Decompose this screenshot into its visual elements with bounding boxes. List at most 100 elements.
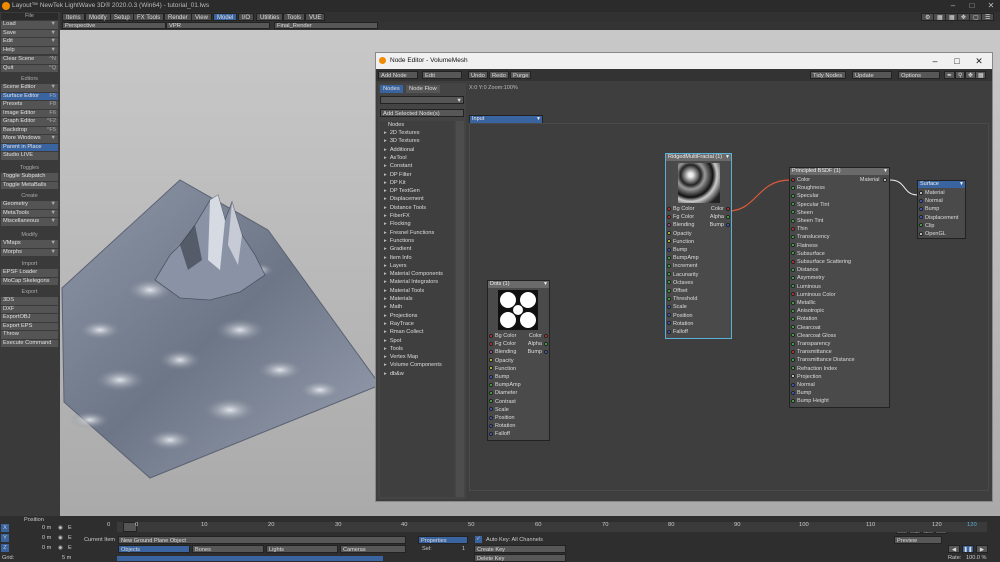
input-port[interactable]: Color — [791, 176, 810, 184]
vpr-select[interactable]: VPR — [166, 22, 270, 29]
input-port[interactable]: Displacement — [919, 214, 958, 222]
settings-icon[interactable]: ☰ — [981, 13, 995, 21]
delete-key-button[interactable]: Delete Key — [474, 554, 566, 562]
input-port[interactable]: Blending — [489, 348, 516, 356]
tab-modify[interactable]: Modify — [85, 13, 111, 21]
edit-menu[interactable]: Edit — [422, 71, 462, 79]
input-port[interactable]: Luminous Color — [791, 291, 836, 299]
node-category-item[interactable]: DP Kit — [384, 179, 456, 187]
input-port[interactable]: Metallic — [791, 299, 816, 307]
input-port[interactable]: Lacunarity — [667, 271, 698, 279]
minimize-icon[interactable]: – — [944, 0, 962, 12]
tab-items[interactable]: Items — [62, 13, 85, 21]
dots-node[interactable]: Dots (1) ▼ Bg Color Fg Color Blending Opacit… — [487, 280, 550, 441]
redo-button[interactable]: Redo — [489, 71, 509, 79]
properties-button[interactable]: Properties — [418, 536, 468, 544]
output-port[interactable]: Alpha — [528, 340, 548, 348]
input-port[interactable]: Asymmetry — [791, 274, 825, 282]
input-port[interactable]: Transmittance Distance — [791, 356, 855, 364]
input-port[interactable]: Bump — [919, 205, 939, 213]
input-port[interactable]: Falloff — [489, 430, 510, 438]
presets-button[interactable]: Presets F8 — [1, 101, 58, 109]
node-category-item[interactable]: Projections — [384, 312, 456, 320]
output-port[interactable]: Alpha — [710, 213, 730, 221]
input-port[interactable]: Specular Tint — [791, 201, 829, 209]
node-category-item[interactable]: Additional — [384, 146, 456, 154]
input-port[interactable]: Position — [667, 312, 693, 320]
input-port[interactable]: Clearcoat Gloss — [791, 332, 836, 340]
quit-button[interactable]: Quit ^Q — [1, 64, 58, 72]
input-port[interactable]: Thin — [791, 225, 808, 233]
node-category-item[interactable]: RayTrace — [384, 320, 456, 328]
input-port[interactable]: BumpAmp — [667, 254, 699, 262]
input-port[interactable]: Material — [919, 189, 945, 197]
output-port[interactable]: Bump — [710, 221, 730, 229]
input-port[interactable]: Rotation — [791, 315, 818, 323]
minimize-icon[interactable]: – — [924, 53, 946, 69]
input-port[interactable]: Octaves — [667, 279, 693, 287]
input-port[interactable]: Bump — [791, 389, 811, 397]
tab-tools[interactable]: Tools — [283, 13, 306, 21]
eye-icon[interactable]: ◉ — [58, 524, 63, 532]
update-button[interactable]: Update — [852, 71, 892, 79]
input-port[interactable]: Subsurface — [791, 250, 825, 258]
parent-in-place-button[interactable]: Parent in Place — [1, 143, 58, 151]
export-obj-button[interactable]: ExportOBJ — [1, 314, 58, 322]
input-port[interactable]: Bg Color — [489, 332, 516, 340]
input-port[interactable]: Translucency — [791, 233, 830, 241]
tab-io[interactable]: I/O — [238, 13, 255, 21]
node-category-item[interactable]: Gradient — [384, 245, 456, 253]
undo-button[interactable]: Undo — [468, 71, 488, 79]
surface-node[interactable]: Surface ▼ Material Normal Bump Displacement C… — [917, 180, 966, 239]
scene-editor-button[interactable]: Scene Editor ▼ — [1, 84, 58, 92]
input-port[interactable]: Blending — [667, 221, 694, 229]
input-port[interactable]: Fg Color — [667, 213, 694, 221]
more-windows-menu[interactable]: More Windows ▼ — [1, 135, 58, 143]
lock-e-icon[interactable]: E — [68, 534, 72, 542]
input-port[interactable]: Position — [489, 414, 515, 422]
node-category-item[interactable]: Rman Collect — [384, 328, 456, 336]
node-category-item[interactable]: Distance Tools — [384, 204, 456, 212]
tab-utilities[interactable]: Utilities — [256, 13, 284, 21]
auto-key-label[interactable]: Auto Key: All Channels — [486, 536, 543, 544]
node-category-item[interactable]: Constant — [384, 162, 456, 170]
tidy-nodes-button[interactable]: Tidy Nodes — [810, 71, 846, 79]
mocap-skelegons-button[interactable]: MoCap Skelegons — [1, 277, 58, 285]
toggle-metaballs-button[interactable]: Toggle MetaBalls — [1, 181, 58, 189]
load-menu[interactable]: Load ▼ — [1, 21, 58, 29]
studio-live-button[interactable]: Studio LIVE — [1, 152, 58, 160]
toggle-subpatch-button[interactable]: Toggle Subpatch — [1, 173, 58, 181]
input-port[interactable]: Roughness — [791, 184, 825, 192]
input-port[interactable]: Transparency — [791, 340, 830, 348]
x-value[interactable]: 0 m — [42, 524, 51, 532]
input-port[interactable]: Normal — [791, 381, 815, 389]
input-port[interactable]: Function — [667, 238, 694, 246]
input-port[interactable]: Threshold — [667, 295, 697, 303]
purge-button[interactable]: Purge — [510, 71, 532, 79]
execute-command-button[interactable]: Execute Command — [1, 339, 58, 347]
input-port[interactable]: Falloff — [667, 328, 688, 336]
node-category-item[interactable]: Item Info — [384, 254, 456, 262]
create-key-button[interactable]: Create Key — [474, 545, 566, 553]
node-category-item[interactable]: Spot — [384, 337, 456, 345]
input-port[interactable]: Rotation — [489, 422, 516, 430]
tab-vue[interactable]: VUE — [305, 13, 326, 21]
eye-icon[interactable]: ◉ — [58, 544, 63, 552]
edit-menu[interactable]: Edit ▼ — [1, 38, 58, 46]
output-port[interactable]: Bump — [528, 348, 548, 356]
node-category-item[interactable]: Tools — [384, 345, 456, 353]
geometry-menu[interactable]: Geometry ▼ — [1, 201, 58, 209]
tab-model[interactable]: Model — [213, 13, 238, 21]
input-port[interactable]: Sheen — [791, 209, 813, 217]
export-eps-button[interactable]: Export EPS — [1, 322, 58, 330]
node-graph-canvas[interactable]: X:0 Y:0 Zoom:100% Input ▼ RidgedMultiFrac… — [467, 83, 991, 499]
node-category-item[interactable]: Material Integrators — [384, 278, 456, 286]
add-node-menu[interactable]: Add Node — [378, 71, 418, 79]
vmaps-menu[interactable]: VMaps ▼ — [1, 240, 58, 248]
input-port[interactable]: Clip — [919, 222, 934, 230]
node-category-item[interactable]: Layers — [384, 262, 456, 270]
node-category-item[interactable]: db&w — [384, 370, 456, 378]
tab-nodes[interactable]: Nodes — [380, 85, 403, 93]
cameras-select[interactable]: Cameras — [340, 545, 406, 553]
node-category-item[interactable]: Displacement — [384, 195, 456, 203]
